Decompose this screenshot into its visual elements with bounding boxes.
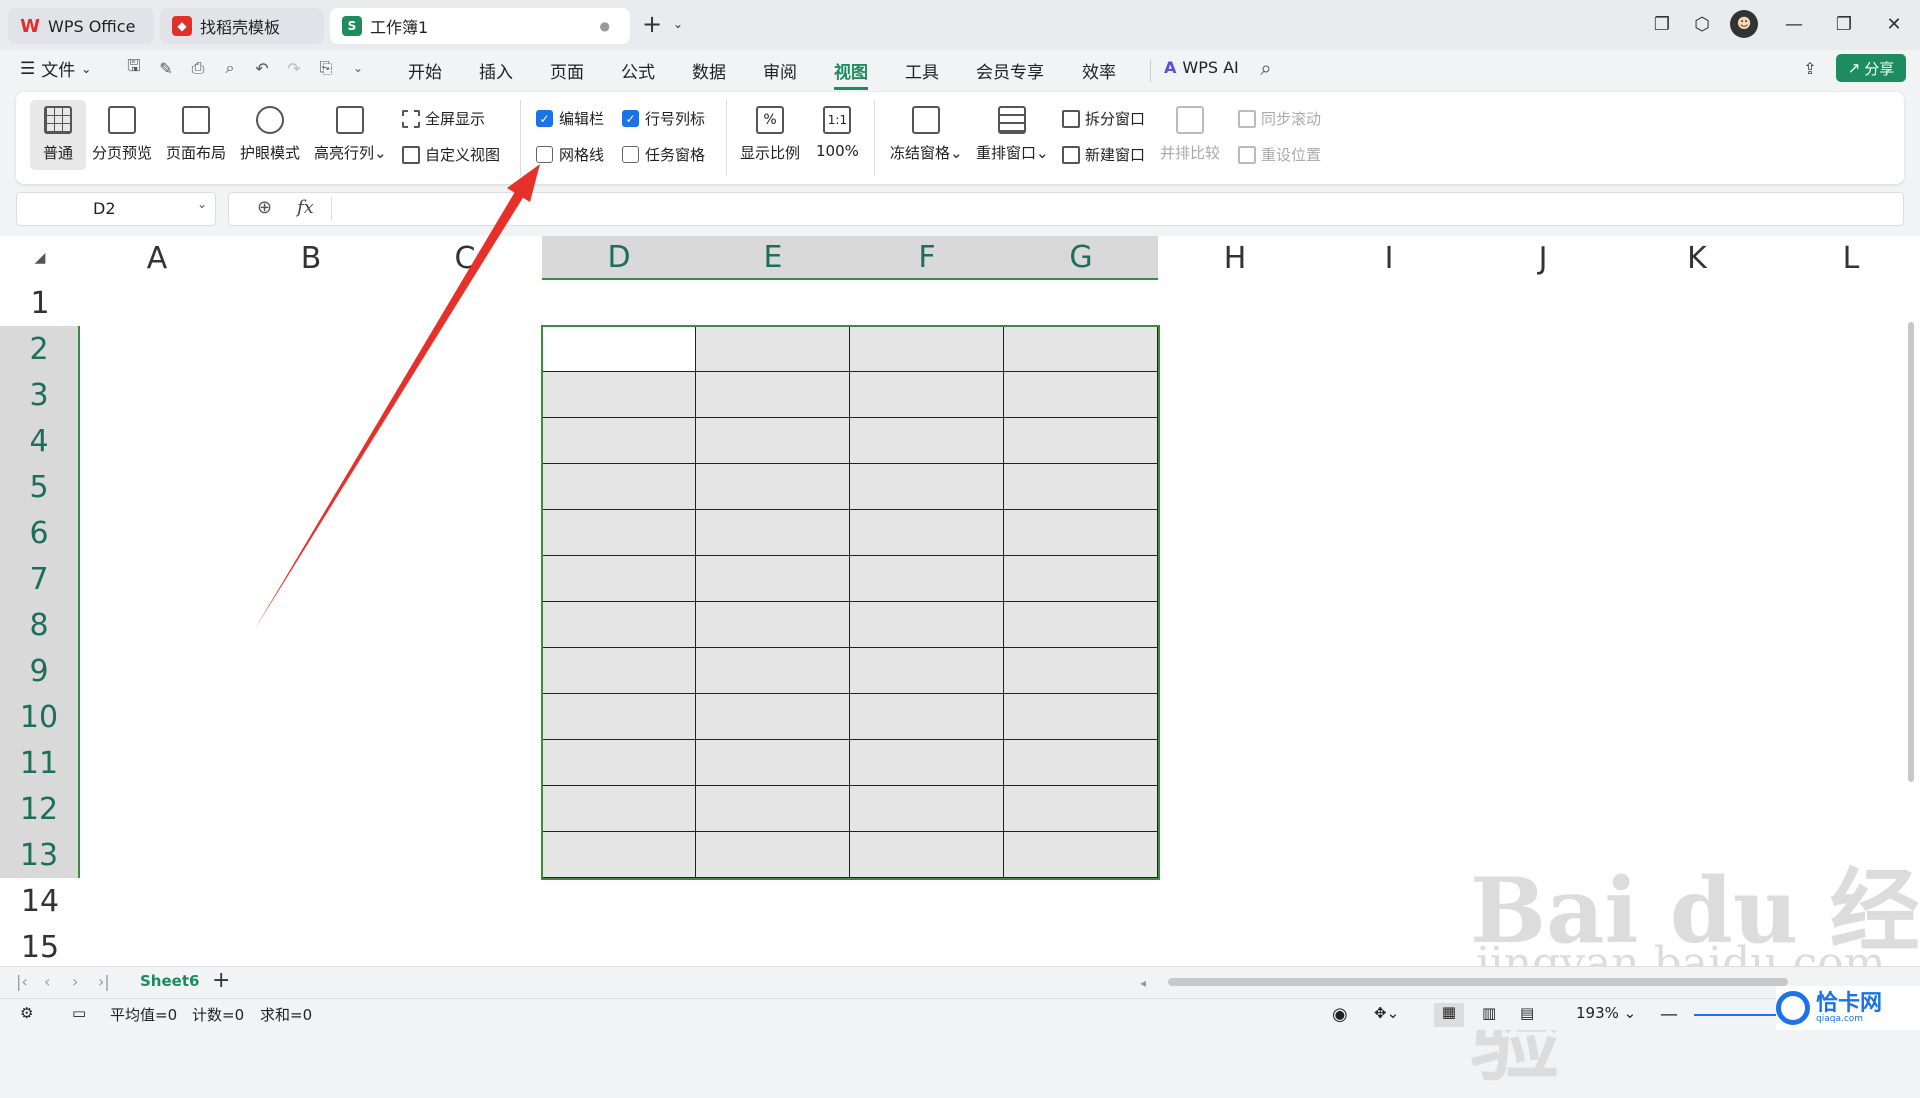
page-break-view-icon[interactable]: ▤ xyxy=(1520,1004,1534,1022)
corner-brand: 恰卡网 xyxy=(1816,990,1883,1016)
zoom-percent[interactable]: 193% ⌄ xyxy=(1576,1004,1636,1022)
first-sheet-icon[interactable]: |‹ xyxy=(16,972,28,991)
horizontal-scrollbar-thumb[interactable] xyxy=(1168,978,1788,986)
scroll-left-icon[interactable]: ◂ xyxy=(1140,976,1146,990)
cell-mode-icon[interactable]: ▭ xyxy=(72,1004,86,1022)
sheet-tab-active[interactable]: Sheet6 xyxy=(140,972,199,990)
status-sum: 求和=0 xyxy=(260,1006,313,1024)
zoom-out-icon[interactable]: — xyxy=(1660,1004,1678,1025)
zoom-slider[interactable] xyxy=(1694,1014,1784,1016)
status-average: 平均值=0 xyxy=(110,1006,178,1024)
arrow-head xyxy=(507,164,540,202)
last-sheet-icon[interactable]: ›| xyxy=(98,972,110,991)
arrow-shaft xyxy=(253,190,524,632)
add-sheet-icon[interactable]: + xyxy=(212,968,230,993)
macro-icon[interactable]: ⚙ xyxy=(20,1004,33,1022)
page-layout-view-icon[interactable]: ▥ xyxy=(1482,1004,1496,1022)
normal-view-icon[interactable]: ▦ xyxy=(1434,1003,1464,1027)
prev-sheet-icon[interactable]: ‹ xyxy=(44,972,50,991)
eye-protection-icon[interactable]: ◉ xyxy=(1332,1004,1348,1025)
next-sheet-icon[interactable]: › xyxy=(72,972,78,991)
corner-url: qiaqa.com xyxy=(1816,1013,1864,1024)
corner-logo-icon xyxy=(1776,991,1810,1025)
focus-icon[interactable]: ✥⌄ xyxy=(1374,1004,1399,1022)
status-count: 计数=0 xyxy=(192,1006,245,1024)
corner-watermark: 恰卡网 qiaqa.com xyxy=(1776,986,1920,1030)
